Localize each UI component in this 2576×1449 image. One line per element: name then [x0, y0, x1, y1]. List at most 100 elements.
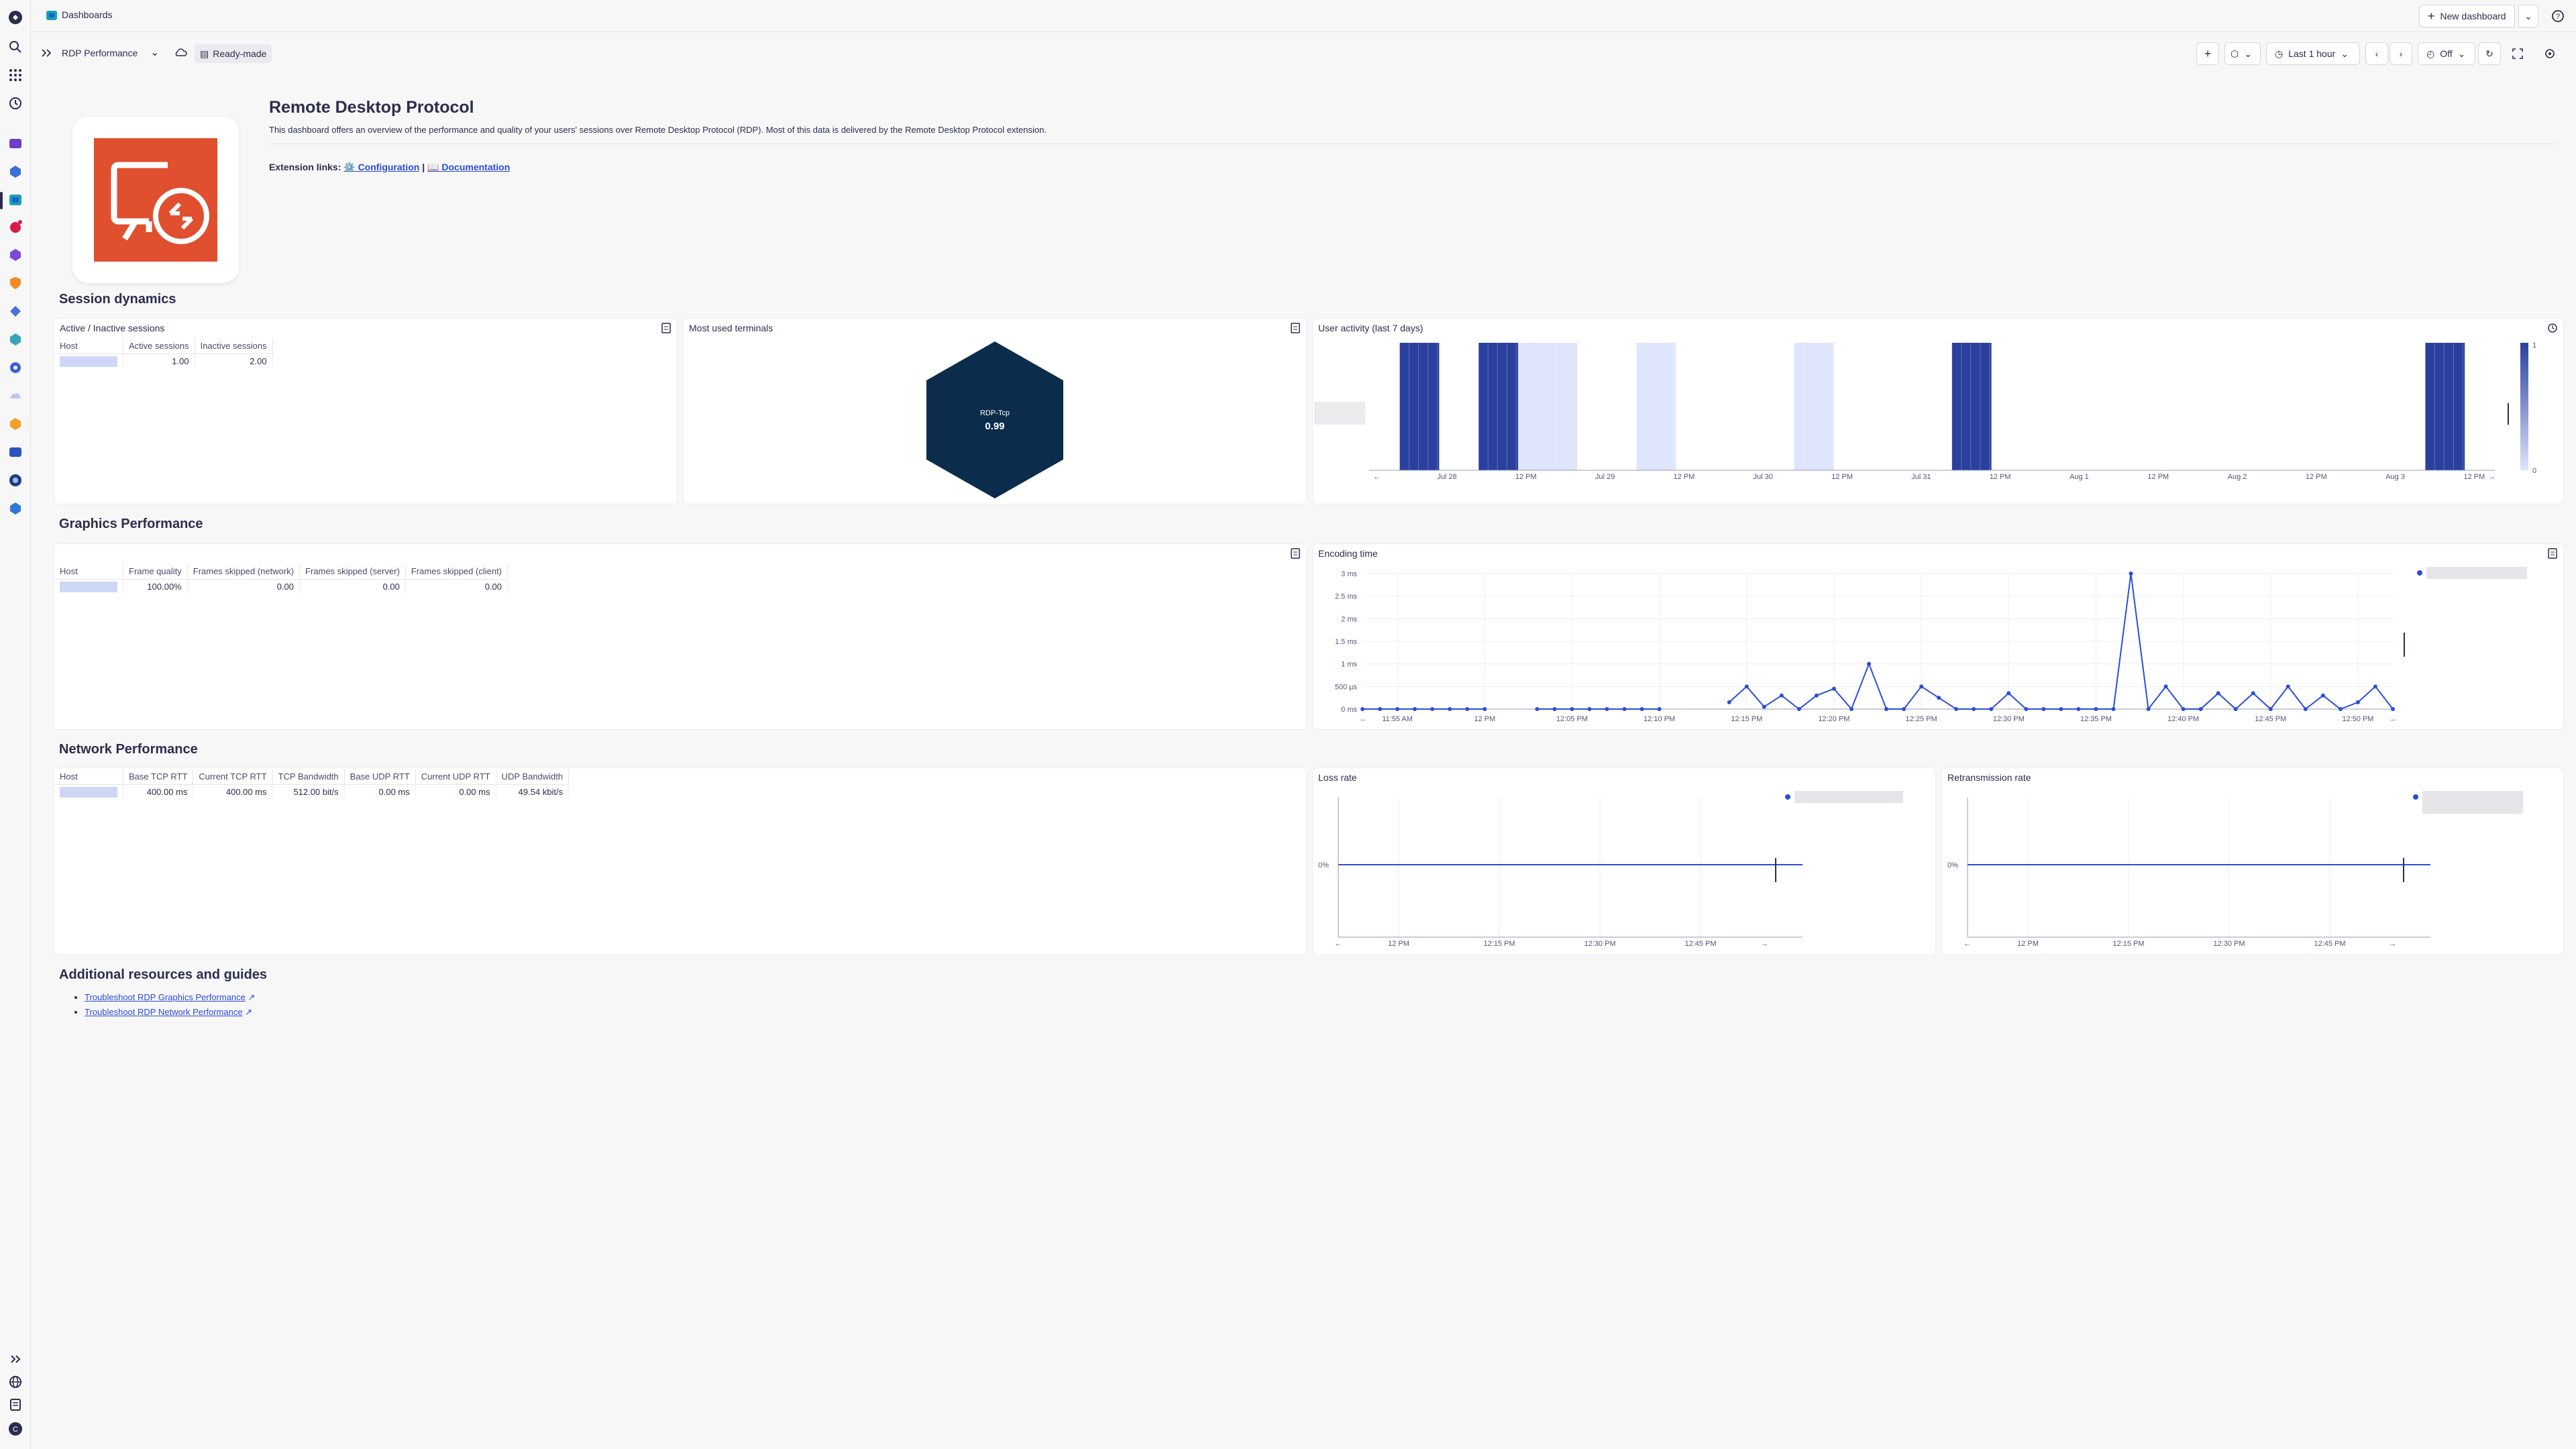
timeframe-selector[interactable]: ◷ Last 1 hour ⌄	[2266, 42, 2360, 65]
scroll-left-icon[interactable]: ←	[1360, 715, 1367, 723]
table-header[interactable]: Base UDP RTT	[344, 769, 416, 785]
scroll-right-icon[interactable]: →	[2488, 473, 2496, 481]
x-tick-label: 12:15 PM	[2112, 940, 2144, 948]
clock-info-icon[interactable]	[2544, 320, 2561, 336]
documentation-link[interactable]: 📖 Documentation	[427, 162, 510, 172]
search-icon[interactable]	[7, 39, 23, 55]
settings-gear-icon[interactable]	[2538, 42, 2561, 65]
scroll-left-icon[interactable]: ←	[1373, 473, 1381, 481]
table-header[interactable]: Frames skipped (client)	[405, 564, 508, 580]
app-icon-9[interactable]	[7, 360, 23, 376]
table-header[interactable]: Current UDP RTT	[415, 769, 496, 785]
configuration-link[interactable]: ⚙️ Configuration	[343, 162, 419, 172]
data-point[interactable]	[1430, 707, 1435, 711]
notes-icon[interactable]	[7, 1397, 23, 1413]
heatmap-cell[interactable]	[1479, 343, 1518, 470]
heatmap-cell[interactable]	[1951, 343, 1992, 470]
scroll-left-icon[interactable]: ←	[1334, 940, 1342, 948]
heatmap-cell[interactable]	[2425, 343, 2465, 470]
app-icon-10[interactable]	[7, 388, 23, 404]
table-header[interactable]: Base TCP RTT	[123, 769, 194, 785]
terminals-panel: Most used terminals RDP-Tcp 0.99	[683, 318, 1307, 504]
timeframe-prev-button[interactable]: ‹	[2365, 42, 2388, 65]
app-icon-12[interactable]	[7, 444, 23, 460]
scroll-right-icon[interactable]: →	[2389, 715, 2396, 723]
app-icon-6[interactable]	[7, 275, 23, 291]
table-row[interactable]: 100.00% 0.00 0.00 0.00	[54, 579, 508, 594]
app-icon-8[interactable]	[7, 331, 23, 347]
data-point[interactable]	[1378, 707, 1383, 711]
data-point[interactable]	[1395, 707, 1400, 711]
app-icon-14[interactable]	[7, 500, 23, 517]
app-icon-11[interactable]	[7, 416, 23, 432]
page-title: Remote Desktop Protocol	[269, 98, 474, 117]
globe-icon[interactable]	[7, 1374, 23, 1390]
table-header[interactable]: Inactive sessions	[195, 339, 273, 354]
refresh-button[interactable]: ↻	[2478, 42, 2501, 65]
dashboard-name-chevron-icon[interactable]: ⌄	[150, 46, 159, 59]
app-icon-1[interactable]	[7, 136, 23, 152]
top-bar: Dashboards + New dashboard ⌄ ?	[31, 0, 2576, 32]
app-icon-2[interactable]	[7, 164, 23, 180]
data-point[interactable]	[1413, 707, 1417, 711]
app-icon-4[interactable]	[7, 219, 23, 235]
fullscreen-icon[interactable]	[2506, 42, 2529, 65]
scroll-right-icon[interactable]: →	[2389, 940, 2396, 948]
host-cell[interactable]	[54, 354, 123, 368]
network-table-panel: Host Base TCP RTT Current TCP RTT TCP Ba…	[54, 767, 1307, 955]
data-point[interactable]	[1483, 707, 1487, 711]
data-point[interactable]	[1448, 707, 1452, 711]
clock-icon: ◷	[2275, 48, 2284, 59]
dynatrace-logo-icon[interactable]	[7, 9, 23, 25]
heatmap-cell[interactable]	[1794, 343, 1834, 470]
graphics-guide-link[interactable]: Troubleshoot RDP Graphics Performance	[85, 992, 246, 1002]
history-icon[interactable]	[7, 95, 23, 111]
table-header[interactable]: Current TCP RTT	[193, 769, 273, 785]
honeycomb-cell[interactable]	[926, 341, 1063, 498]
data-point[interactable]	[1465, 707, 1470, 711]
app-icon-13[interactable]	[7, 472, 23, 488]
export-icon[interactable]	[1287, 320, 1303, 336]
dashboard-name-selector[interactable]: RDP Performance	[62, 48, 138, 58]
network-guide-link[interactable]: Troubleshoot RDP Network Performance	[85, 1007, 243, 1017]
segments-button[interactable]: ⬡ ⌄	[2224, 42, 2261, 65]
refresh-clock-icon: ◴	[2426, 48, 2435, 59]
app-icon-5[interactable]	[7, 247, 23, 263]
add-tile-button[interactable]: +	[2196, 42, 2219, 65]
help-icon[interactable]: ?	[2546, 5, 2569, 28]
heatmap-cell[interactable]	[1518, 343, 1578, 470]
export-icon[interactable]	[1287, 545, 1303, 561]
table-header[interactable]: Frame quality	[123, 564, 188, 580]
extension-links: Extension links: ⚙️ Configuration | 📖 Do…	[269, 162, 510, 173]
heatmap-cell[interactable]	[1636, 343, 1676, 470]
cloud-sync-icon[interactable]	[169, 42, 192, 64]
timeframe-next-button[interactable]: ›	[2390, 42, 2412, 65]
table-header[interactable]: Frames skipped (network)	[187, 564, 301, 580]
dashboards-app-icon[interactable]	[7, 192, 23, 208]
export-icon[interactable]	[658, 320, 674, 336]
new-dashboard-dropdown-button[interactable]: ⌄	[2518, 5, 2538, 28]
table-header[interactable]: Host	[54, 564, 123, 580]
host-cell[interactable]	[54, 784, 123, 799]
table-header[interactable]: Frames skipped (server)	[299, 564, 406, 580]
user-avatar-icon[interactable]: C	[7, 1421, 23, 1437]
scroll-left-icon[interactable]: ←	[1964, 940, 1971, 948]
data-point[interactable]	[1360, 707, 1364, 711]
table-header[interactable]: Host	[54, 769, 123, 785]
table-row[interactable]: 400.00 ms 400.00 ms 512.00 bit/s 0.00 ms…	[54, 784, 570, 799]
app-icon-7[interactable]	[7, 303, 23, 319]
table-row[interactable]: 1.00 2.00	[54, 354, 273, 368]
new-dashboard-button[interactable]: + New dashboard	[2419, 5, 2515, 28]
table-header[interactable]: Active sessions	[123, 339, 195, 354]
table-header[interactable]: TCP Bandwidth	[272, 769, 345, 785]
x-tick-label: Jul 28	[1437, 473, 1456, 481]
expand-sidebar-icon[interactable]	[35, 42, 58, 64]
auto-refresh-selector[interactable]: ◴ Off ⌄	[2418, 42, 2475, 65]
table-header[interactable]: Host	[54, 339, 123, 354]
table-header[interactable]: UDP Bandwidth	[496, 769, 570, 785]
expand-rail-icon[interactable]	[7, 1351, 23, 1367]
scroll-right-icon[interactable]: →	[1761, 940, 1768, 948]
apps-grid-icon[interactable]	[7, 67, 23, 83]
heatmap-cell[interactable]	[1399, 343, 1440, 470]
host-cell[interactable]	[54, 579, 123, 594]
